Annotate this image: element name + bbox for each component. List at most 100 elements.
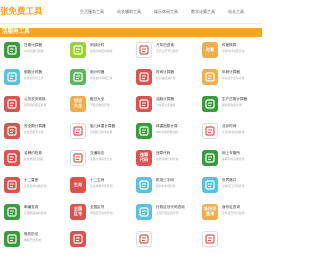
tool-name[interactable]: 邮编查询 (24, 205, 38, 210)
tool-item[interactable]: 知识 大全 假日大全 节假日放假安排 (66, 94, 124, 116)
tool-name[interactable]: 全国区号 (90, 205, 104, 210)
nav-item-math[interactable]: 数学计算工具 (191, 9, 215, 15)
region-code-icon (136, 204, 152, 220)
tool-name[interactable]: 交通标志 (90, 151, 104, 156)
site-logo[interactable]: 张免费工具 (0, 7, 43, 17)
tool-desc: 周岁虚岁生肖计算 (222, 76, 245, 80)
section-title: 活服务工具 (2, 29, 30, 35)
tool-name[interactable]: 十二星座 (24, 178, 38, 183)
tool-item[interactable]: 机场三字码 国内外机场代码 (132, 175, 190, 197)
tool-row: 邮编查询 全国邮政编码查询 全国 区号 全国区号 电话区号在线查询 行政区划代码查询 全国行… (0, 202, 262, 224)
tool-item[interactable] (132, 229, 190, 251)
tool-name[interactable]: 万年历查询 (156, 43, 174, 48)
tool-name[interactable]: 体重指数计算 (156, 124, 178, 129)
tool-item[interactable]: 交通标志 道路交通标志大全 (66, 148, 124, 170)
tool-name[interactable]: 时差换算 (222, 43, 236, 48)
calendar-icon (4, 42, 20, 58)
main-nav: 生活服务工具 站长辅助工具 娱乐休闲工具 数学计算工具 站长工具 (80, 9, 244, 15)
tool-name[interactable]: 倒数计时器 (24, 70, 42, 75)
tool-item[interactable]: 体重指数计算 BMI身体质量指数 (132, 121, 190, 143)
tool-item[interactable]: 北京时间 北京时间在线校准 (198, 121, 256, 143)
icon-label: 违章 代码 (139, 152, 149, 162)
tool-name[interactable]: 行政区划代码查询 (156, 205, 185, 210)
nav-item-life[interactable]: 生活服务工具 (80, 9, 104, 15)
tool-item[interactable]: 网上车管所 车辆年检违章查询 (198, 148, 256, 170)
holiday-icon: 知识 大全 (70, 96, 86, 112)
tool-name[interactable]: 违章代码 (156, 151, 170, 156)
tool-name[interactable]: 日期计算器 (24, 43, 42, 48)
tool-name[interactable]: 生产日期计算器 (222, 97, 247, 102)
tool-item[interactable]: 身份证 查询 身份证查询 身份证号码归属地 (198, 202, 256, 224)
tool-item[interactable]: 生产日期计算器 保质期到期查询 (198, 94, 256, 116)
wheel-icon (70, 231, 86, 247)
tool-name[interactable]: 十二生肖 (90, 178, 104, 183)
tool-name[interactable]: 安全期计算器 (24, 124, 46, 129)
tool-desc: 车辆年检违章查询 (222, 157, 245, 161)
nav-item-webmaster-assist[interactable]: 站长辅助工具 (117, 9, 141, 15)
tool-item[interactable]: 行政区划代码查询 全国行政区划代码 (132, 202, 190, 224)
tool-desc: BMI身体质量指数 (156, 130, 178, 134)
tool-item[interactable]: 日期计算器 时间天数计算器 (0, 40, 58, 62)
tool-item[interactable]: 公历农历转换 阴历阳历相互转换 (0, 94, 58, 116)
tool-item[interactable]: 生肖 十二生肖 生肖属相年份查询 (66, 175, 124, 197)
tool-name[interactable]: 胎儿体重计算器 (90, 124, 115, 129)
tool-item[interactable]: 时间计算器 时间差加减计算 (132, 67, 190, 89)
stopwatch-icon (4, 69, 20, 85)
tool-name[interactable]: 倒计时器 (90, 70, 104, 75)
tool-item[interactable]: 十二星座 星座运势性格查询 (0, 175, 58, 197)
tool-name[interactable]: 油耗计算器 (156, 97, 174, 102)
car-icon (202, 150, 218, 166)
tool-item[interactable]: 世界港口 全球港口代码查询 (198, 175, 256, 197)
buddhist-calendar-icon (4, 231, 20, 247)
tool-item[interactable]: 倒数计时器 在线倒计时工具 (0, 67, 58, 89)
tool-item[interactable]: 违章 代码 违章代码 交通违章代码查询 (132, 148, 190, 170)
tool-desc: 汽车百公里油耗 (156, 103, 176, 107)
tool-item[interactable]: 名牌约吃券 优惠券在线领取 (0, 148, 58, 170)
tool-name[interactable]: 世界港口 (222, 178, 236, 183)
violation-code-icon: 违章 代码 (136, 150, 152, 166)
tool-desc: 道路交通标志大全 (90, 157, 113, 161)
tool-item[interactable]: 油耗计算器 汽车百公里油耗 (132, 94, 190, 116)
tool-item[interactable]: 邮编查询 全国邮政编码查询 (0, 202, 58, 224)
nav-item-entertainment[interactable]: 娱乐休闲工具 (154, 9, 178, 15)
tool-desc: 节假日放假安排 (90, 103, 110, 107)
tool-item[interactable]: 佛历历法 佛教历法查询 (0, 229, 58, 251)
tool-name[interactable]: 名牌约吃券 (24, 151, 42, 156)
traffic-sign-icon (70, 150, 86, 166)
tool-item[interactable]: 胎儿体重计算器 孕期胎儿体重估算 (66, 121, 124, 143)
nav-item-webmaster[interactable]: 站长工具 (228, 9, 244, 15)
beijing-time-icon (202, 123, 218, 139)
tool-name[interactable]: 佛历历法 (24, 232, 38, 237)
tool-item[interactable] (198, 229, 256, 251)
tool-name[interactable]: 闹钟计时 (90, 43, 104, 48)
tool-name[interactable]: 公历农历转换 (24, 97, 46, 102)
bmi-icon (136, 123, 152, 139)
tool-name[interactable]: 机场三字码 (156, 178, 174, 183)
tool-item[interactable]: 万年历查询 农历公历节日黄历 (132, 40, 190, 62)
tool-name[interactable]: 年龄计算器 (222, 70, 240, 75)
green-clock-icon (70, 69, 86, 85)
tool-desc: 北京时间在线校准 (222, 130, 245, 134)
tool-item[interactable] (66, 229, 124, 251)
tool-row: 佛历历法 佛教历法查询 (0, 229, 262, 251)
tool-name[interactable]: 假日大全 (90, 97, 104, 102)
tool-item[interactable]: 时差 时差换算 世界时间时区查询 (198, 40, 256, 62)
tool-name[interactable]: 北京时间 (222, 124, 236, 129)
tool-desc: 国内外机场代码 (156, 184, 176, 188)
tool-item[interactable]: 安全期计算器 女性经期安全期 (0, 121, 58, 143)
airport-icon (136, 177, 152, 193)
tool-name[interactable]: 时间计算器 (156, 70, 174, 75)
tool-item[interactable]: 年龄计算器 周岁虚岁生肖计算 (198, 67, 256, 89)
tool-item[interactable]: 倒计时器 在线倒计时器工具 (66, 67, 124, 89)
tool-desc: 交通违章代码查询 (156, 157, 179, 161)
safe-period-icon (4, 123, 20, 139)
tool-name[interactable]: 身份证查询 (222, 205, 240, 210)
tool-item[interactable]: 全国 区号 全国区号 电话区号在线查询 (66, 202, 124, 224)
icon-label: 身份证 查询 (203, 206, 217, 216)
port-icon (202, 177, 218, 193)
top-bar: 张免费工具 生活服务工具 站长辅助工具 娱乐休闲工具 数学计算工具 站长工具 (0, 0, 262, 24)
tool-desc: 生肖属相年份查询 (90, 184, 113, 188)
tool-row: 安全期计算器 女性经期安全期 胎儿体重计算器 孕期胎儿体重估算 体重指数计算 BMI身体质… (0, 121, 262, 143)
tool-item[interactable]: 闹钟计时 在线闹钟定时提醒 (66, 40, 124, 62)
tool-name[interactable]: 网上车管所 (222, 151, 240, 156)
